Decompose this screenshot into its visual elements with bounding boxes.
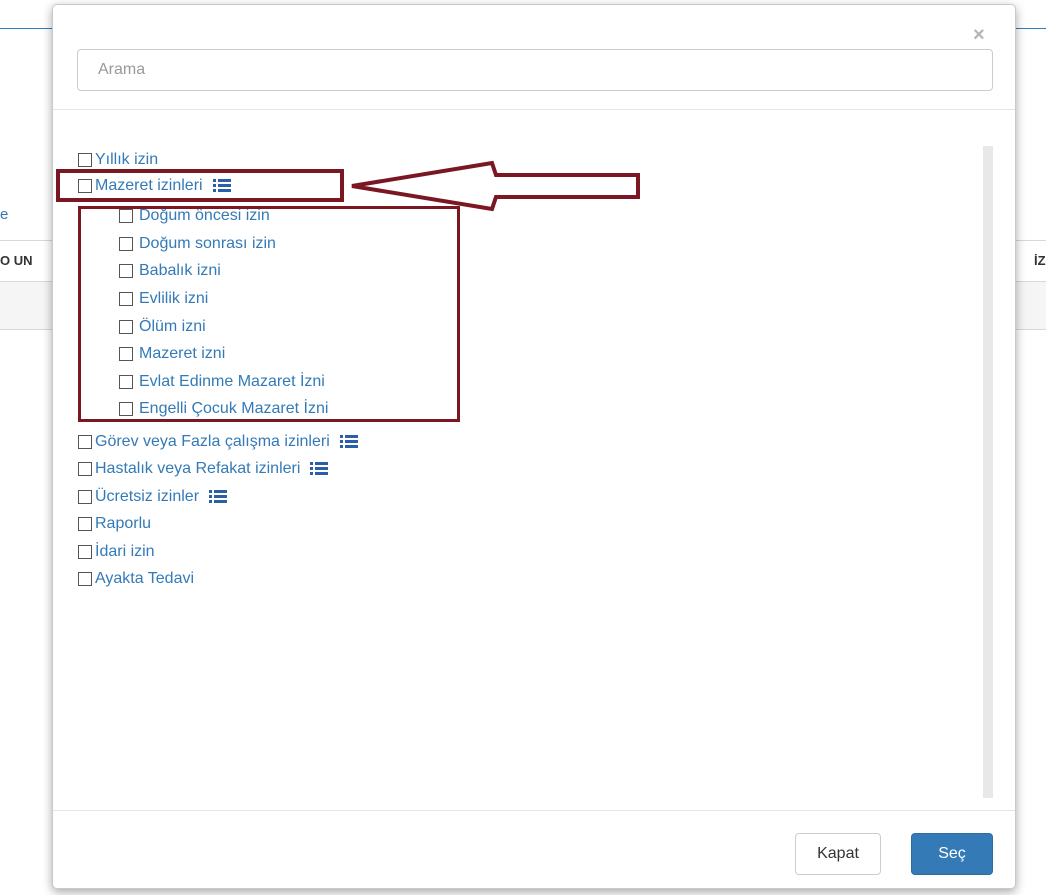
list-icon[interactable] — [339, 435, 358, 449]
background-table-header-right: İZ — [1016, 240, 1046, 282]
background-divider-left — [0, 28, 52, 29]
tree-item-raporlu[interactable]: Raporlu — [78, 511, 151, 537]
checkbox[interactable] — [78, 490, 92, 504]
close-button[interactable]: Kapat — [795, 833, 881, 875]
tree-item-label: Raporlu — [95, 515, 152, 532]
tree-item-ayakta-tedavi[interactable]: Ayakta Tedavi — [78, 566, 194, 592]
tree-item-label: Ayakta Tedavi — [95, 570, 195, 587]
annotation-highlight-box — [56, 169, 344, 202]
scrollbar[interactable] — [983, 146, 993, 798]
list-icon[interactable] — [209, 490, 228, 504]
background-divider-right — [1016, 28, 1046, 29]
checkbox[interactable] — [78, 572, 92, 586]
checkbox[interactable] — [78, 517, 92, 531]
modal-header: × — [53, 5, 1015, 110]
tree-item-hastalik-refakat[interactable]: Hastalık veya Refakat izinleri — [78, 456, 329, 482]
tree-item-label: Ücretsiz izinler — [95, 488, 200, 505]
close-icon[interactable]: × — [973, 25, 985, 45]
background-table-row-right — [1016, 282, 1046, 330]
tree-item-gorev-fazla-calisma[interactable]: Görev veya Fazla çalışma izinleri — [78, 429, 358, 455]
annotation-arrow-icon — [351, 160, 640, 212]
background-link-fragment[interactable]: e — [0, 206, 8, 223]
tree-item-label: İdari izin — [95, 543, 155, 560]
background-table-row-left — [0, 282, 52, 330]
tree-item-label: Hastalık veya Refakat izinleri — [95, 460, 301, 477]
select-button[interactable]: Seç — [911, 833, 993, 875]
tree-item-idari-izin[interactable]: İdari izin — [78, 539, 155, 565]
annotation-children-box — [78, 206, 460, 422]
checkbox[interactable] — [78, 435, 92, 449]
leave-type-modal: × Yıllık izin Mazeret izinleri Doğum önc… — [52, 4, 1016, 889]
search-input[interactable] — [77, 49, 993, 91]
tree-item-ucretsiz-izinler[interactable]: Ücretsiz izinler — [78, 484, 228, 510]
modal-footer: Kapat Seç — [53, 810, 1015, 889]
checkbox[interactable] — [78, 545, 92, 559]
checkbox[interactable] — [78, 462, 92, 476]
list-icon[interactable] — [310, 462, 329, 476]
background-table-header-left: O UN — [0, 240, 52, 282]
checkbox[interactable] — [78, 153, 92, 167]
tree-item-label: Görev veya Fazla çalışma izinleri — [95, 433, 330, 450]
modal-body: Yıllık izin Mazeret izinleri Doğum önces… — [53, 110, 1015, 810]
